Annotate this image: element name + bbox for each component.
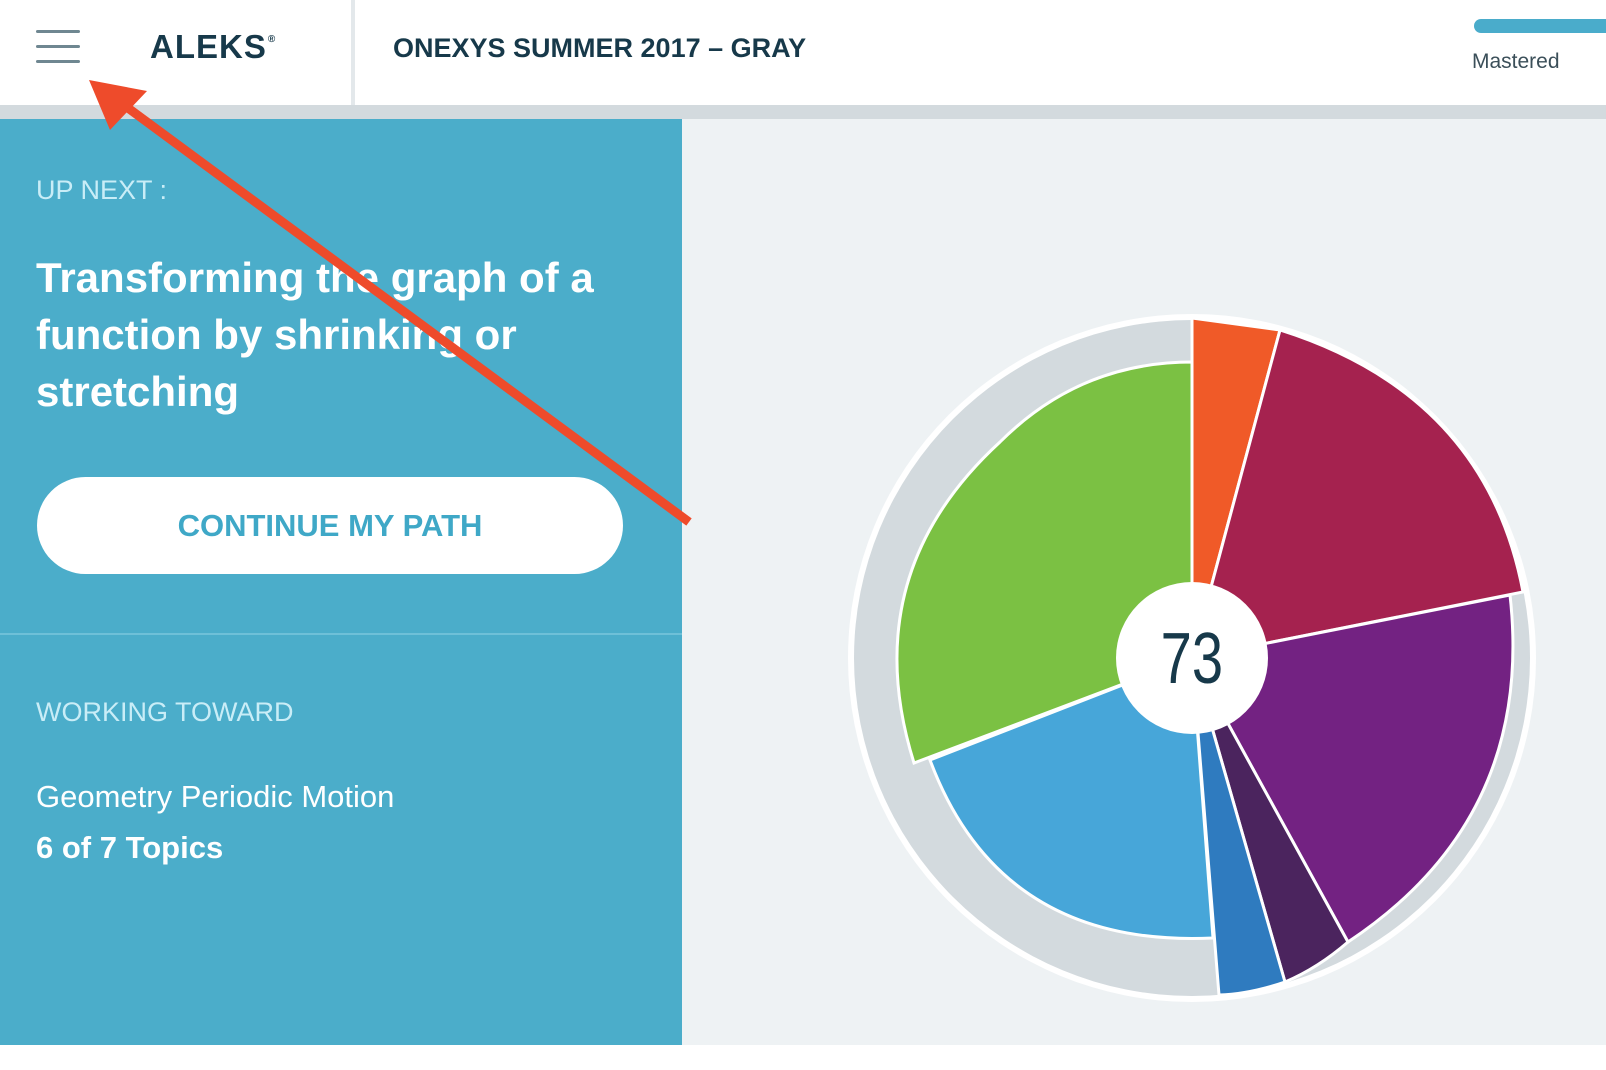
progress-pie-chart[interactable]: 73 — [0, 0, 1606, 1070]
pie-center-value: 73 — [1161, 618, 1223, 698]
